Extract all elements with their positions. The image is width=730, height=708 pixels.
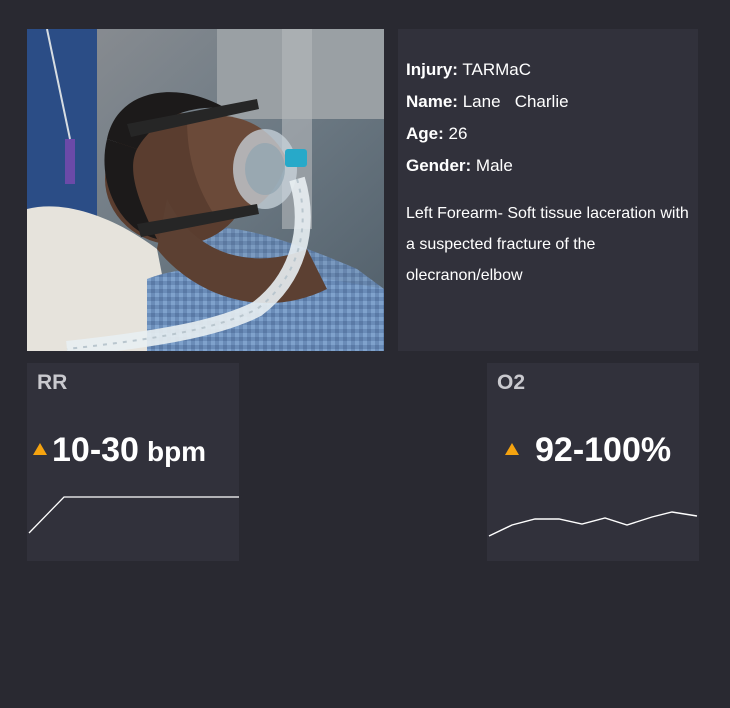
o2-title: O2: [497, 371, 526, 394]
injury-description: Left Forearm- Soft tissue laceration wit…: [406, 205, 689, 284]
rr-vital-card: RR 10-30 bpm: [27, 363, 239, 561]
o2-vital-card: O2 92-100%: [487, 363, 699, 561]
o2-value-row: 92-100%: [505, 431, 671, 470]
patient-info-card: Injury: TARMaC Name: Lane Charlie Age: 2…: [398, 29, 698, 351]
rr-value-row: 10-30 bpm: [33, 431, 206, 470]
rr-title: RR: [37, 371, 68, 394]
rr-unit: bpm: [146, 436, 207, 467]
gender-label: Gender:: [406, 156, 472, 175]
rr-sparkline: [28, 496, 239, 534]
age-line: Age: 26: [406, 118, 690, 150]
patient-photo: [27, 29, 384, 351]
gender-line: Gender: Male: [406, 150, 690, 182]
o2-sparkline: [488, 511, 698, 537]
age-value: 26: [448, 124, 468, 143]
o2-value: 92-100%: [535, 431, 672, 469]
triangle-up-icon: [33, 443, 47, 455]
injury-line: Injury: TARMaC: [406, 54, 690, 86]
age-label: Age:: [406, 124, 444, 143]
injury-label: Injury:: [406, 60, 458, 79]
name-label: Name:: [406, 92, 458, 111]
triangle-up-icon: [505, 443, 519, 455]
rr-value: 10-30: [52, 431, 139, 469]
name-line: Name: Lane Charlie: [406, 86, 690, 118]
injury-value: TARMaC: [462, 60, 532, 79]
name-value: Lane Charlie: [462, 92, 569, 111]
gender-value: Male: [475, 156, 513, 175]
